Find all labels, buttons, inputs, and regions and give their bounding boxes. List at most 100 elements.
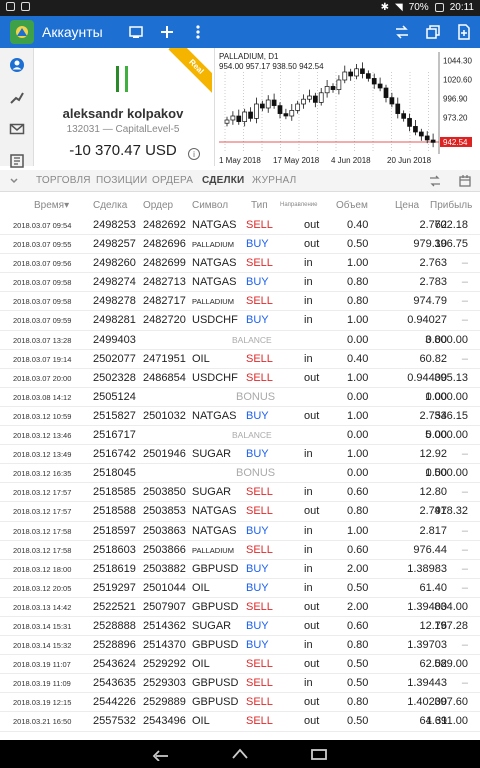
tab-positions[interactable]: ПОЗИЦИИ: [96, 175, 147, 186]
calendar-icon[interactable]: [458, 174, 472, 188]
table-row[interactable]: 2018.03.07 09:58 2498274 2482713 NATGAS BUY i…: [0, 273, 480, 293]
table-row[interactable]: 2018.03.07 09:59 2498281 2482720 USDCHF BUY i…: [0, 311, 480, 331]
col-deal[interactable]: Сделка: [93, 200, 127, 211]
table-row[interactable]: 2018.03.14 15:31 2528888 2514362 SUGAR BUY ou…: [0, 617, 480, 637]
table-row[interactable]: 2018.03.12 10:59 2515827 2501032 NATGAS BUY o…: [0, 407, 480, 427]
cell-profit: 834.00: [434, 600, 468, 613]
col-profit[interactable]: Прибыль: [430, 200, 472, 211]
tab-trade[interactable]: ТОРГОВЛЯ: [36, 175, 91, 186]
table-row[interactable]: 2018.03.19 11:09 2543635 2529303 GBPUSD SELL…: [0, 674, 480, 694]
table-row[interactable]: 2018.03.12 17:58 2518603 2503866 PALLADIUM S…: [0, 541, 480, 560]
table-row[interactable]: 2018.03.08 14:12 2505124 BONUS 0.00 0.00 1 00…: [0, 388, 480, 407]
table-row[interactable]: 2018.03.14 15:32 2528896 2514370 GBPUSD BUY i…: [0, 636, 480, 656]
table-row[interactable]: 2018.03.12 17:57 2518588 2503853 NATGAS SELL…: [0, 502, 480, 522]
cell-type: BALANCE: [232, 430, 272, 441]
cell-order: 2503863: [143, 524, 186, 537]
chevron-down-icon[interactable]: [7, 174, 21, 188]
cell-profit: 336.15: [434, 409, 468, 422]
cell-direction: in: [304, 352, 313, 365]
col-price[interactable]: Цена: [395, 200, 419, 211]
cell-order: 2501946: [143, 448, 186, 461]
table-row[interactable]: 2018.03.13 14:42 2522521 2507907 GBPUSD SELL…: [0, 598, 480, 617]
add-account-icon[interactable]: [157, 22, 177, 42]
candle-body: [248, 111, 253, 119]
table-row[interactable]: 2018.03.07 09:56 2498260 2482699 NATGAS SELL…: [0, 254, 480, 274]
table-row[interactable]: 2018.03.12 18:00 2518619 2503882 GBPUSD BUY i…: [0, 560, 480, 579]
table-row[interactable]: 2018.03.19 11:07 2543624 2529292 OIL SELL out…: [0, 655, 480, 675]
server-list-icon[interactable]: [126, 22, 146, 42]
more-menu-icon[interactable]: [188, 22, 208, 42]
cell-type: BUY: [246, 524, 269, 537]
sort-icon[interactable]: [428, 174, 442, 188]
cell-deal: 2518588: [93, 505, 136, 518]
table-row[interactable]: 2018.03.12 17:58 2518597 2503863 NATGAS BUY i…: [0, 522, 480, 541]
cell-direction: in: [304, 524, 313, 537]
candle-body: [365, 73, 371, 79]
tab-journal[interactable]: ЖУРНАЛ: [252, 175, 296, 186]
table-row[interactable]: 2018.03.19 12:15 2544226 2529889 GBPUSD SELL…: [0, 693, 480, 713]
cell-symbol: OIL: [192, 715, 210, 728]
cell-volume: 0.80: [347, 696, 369, 709]
cell-deal: 2505124: [93, 390, 136, 403]
cell-volume: 0.40: [347, 219, 369, 231]
candle-body: [383, 87, 389, 98]
table-row[interactable]: 2018.03.07 09:58 2498278 2482717 PALLADIUM S…: [0, 292, 480, 312]
col-volume[interactable]: Объем: [336, 200, 368, 211]
home-icon[interactable]: [229, 746, 251, 762]
table-row[interactable]: 2018.03.07 09:55 2498257 2482696 PALLADIUM B…: [0, 235, 480, 255]
cell-type: BUY: [246, 619, 269, 632]
candle-body: [283, 113, 289, 117]
cell-profit: 5 000.00: [425, 429, 468, 442]
cell-volume: 0.00: [347, 467, 369, 480]
col-symbol[interactable]: Символ: [192, 200, 228, 211]
recents-icon[interactable]: [308, 746, 330, 762]
cell-deal: 2498257: [93, 238, 136, 251]
app-logo-icon[interactable]: [10, 20, 34, 44]
cell-deal: 2528896: [93, 639, 136, 652]
cell-direction: out: [304, 505, 320, 518]
table-row[interactable]: 2018.03.12 16:35 2518045 BONUS 0.00 0.00 1 50…: [0, 464, 480, 484]
cell-direction: out: [304, 619, 320, 632]
table-row[interactable]: 2018.03.21 16:50 2557532 2543496 OIL SELL out…: [0, 712, 480, 732]
table-row[interactable]: 2018.03.07 09:54 2498253 2482692 NATGAS SELL…: [0, 216, 480, 236]
table-row[interactable]: 2018.03.12 20:05 2519297 2501044 OIL BUY in 0.…: [0, 579, 480, 598]
account-icon[interactable]: [8, 56, 26, 74]
price-chart[interactable]: PALLADIUM, D1 954.00 957.17 938.50 942.5…: [214, 48, 480, 166]
tab-orders[interactable]: ОРДЕРА: [152, 175, 193, 186]
cell-type: BALANCE: [232, 334, 272, 345]
trade-arrows-icon[interactable]: [392, 22, 412, 42]
col-time[interactable]: Время▾: [34, 200, 69, 211]
back-icon[interactable]: [150, 746, 172, 762]
cell-order: 2471951: [143, 352, 186, 365]
windows-icon[interactable]: [423, 22, 443, 42]
cell-symbol: NATGAS: [192, 257, 237, 270]
add-document-icon[interactable]: [454, 22, 474, 42]
table-row[interactable]: 2018.03.12 13:46 2516717 BALANCE 0.00 0.00 5 …: [0, 426, 480, 446]
trade-chart-icon[interactable]: [8, 88, 26, 106]
signal-bars-icon: [116, 66, 128, 92]
col-type[interactable]: Тип: [251, 200, 268, 211]
cell-type: SELL: [246, 677, 273, 690]
cell-order: 2486854: [143, 371, 186, 384]
mail-icon[interactable]: [8, 120, 26, 138]
table-row[interactable]: 2018.03.07 19:14 2502077 2471951 OIL SELL in 0…: [0, 350, 480, 369]
candle-body: [318, 92, 324, 103]
table-row[interactable]: 2018.03.07 13:28 2499403 BALANCE 0.00 0.00 3 …: [0, 331, 480, 350]
table-row[interactable]: 2018.03.07 20:00 2502328 2486854 USDCHF SELL…: [0, 369, 480, 388]
col-order[interactable]: Ордер: [143, 200, 173, 211]
wifi-icon: ◥: [394, 2, 403, 13]
col-direction[interactable]: Направление: [280, 202, 317, 208]
table-row[interactable]: 2018.03.12 13:49 2516742 2501946 SUGAR BUY in…: [0, 445, 480, 465]
info-icon[interactable]: i: [188, 148, 200, 160]
cell-deal: 2544226: [93, 696, 136, 709]
news-icon[interactable]: [8, 152, 26, 170]
candle-body: [295, 103, 301, 111]
chart-ohlc: 954.00 957.17 938.50 942.54: [219, 62, 324, 71]
account-card[interactable]: Real aleksandr kolpakov 132031 — Capital…: [34, 48, 212, 166]
table-row[interactable]: 2018.03.12 17:57 2518585 2503850 SUGAR SELL i…: [0, 483, 480, 503]
cell-symbol: NATGAS: [192, 276, 237, 289]
cell-symbol: GBPUSD: [192, 562, 239, 575]
tab-deals[interactable]: СДЕЛКИ: [202, 175, 244, 186]
cell-volume: 0.50: [347, 238, 369, 251]
battery-percent: 70%: [408, 2, 429, 13]
